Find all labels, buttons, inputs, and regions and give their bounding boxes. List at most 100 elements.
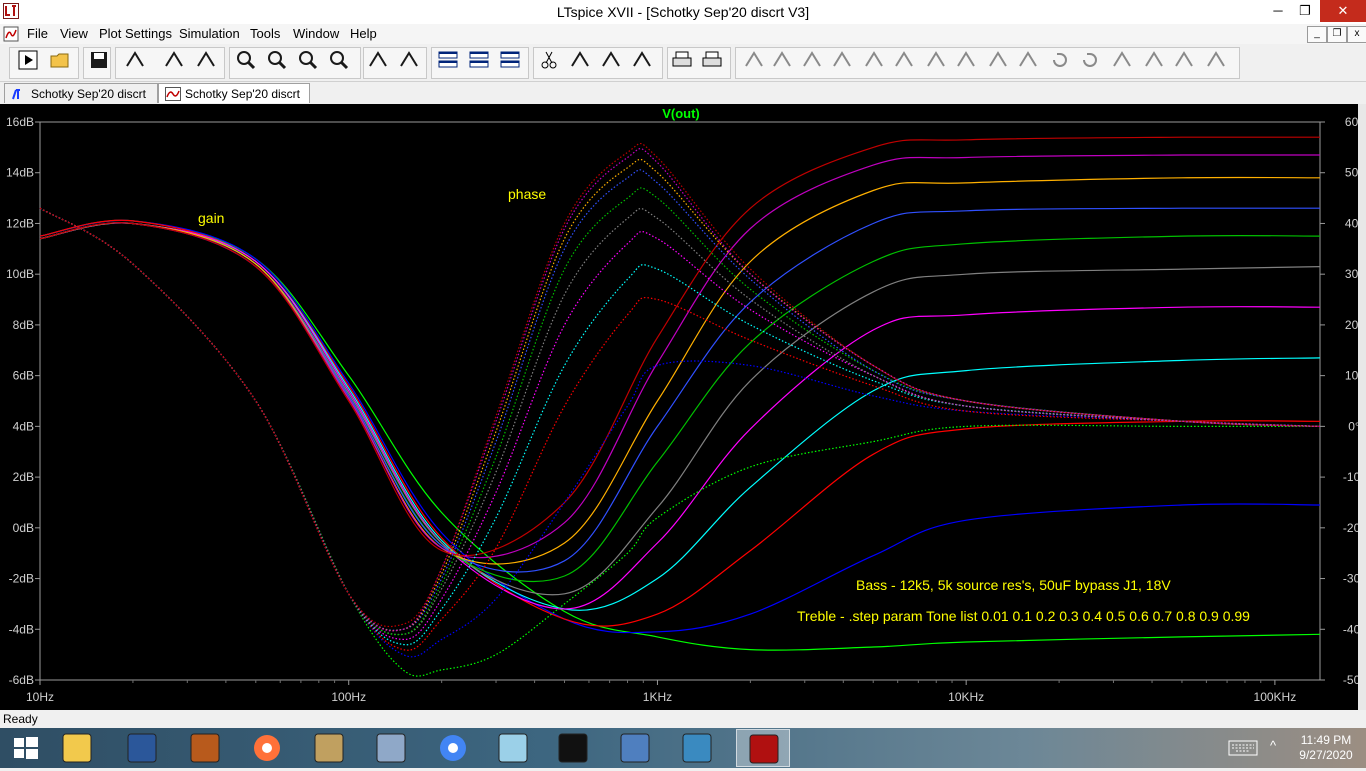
magnitude-trace-5[interactable] bbox=[39, 222, 1321, 596]
component-icon[interactable] bbox=[954, 48, 978, 72]
windows-taskbar: ^ 11:49 PM 9/27/2020 bbox=[0, 728, 1366, 768]
zoom-fit-icon[interactable] bbox=[327, 48, 351, 72]
move-icon[interactable] bbox=[986, 48, 1010, 72]
print-icon[interactable] bbox=[670, 48, 694, 72]
autorange-icon[interactable] bbox=[366, 48, 390, 72]
firefox-icon[interactable] bbox=[240, 729, 294, 767]
bridge-icon[interactable] bbox=[178, 729, 232, 767]
toolbar bbox=[0, 44, 1366, 82]
wire-icon[interactable] bbox=[742, 48, 766, 72]
rotate-icon[interactable] bbox=[1110, 48, 1134, 72]
zoom-out-icon[interactable] bbox=[296, 48, 320, 72]
cascade-icon[interactable] bbox=[467, 48, 491, 72]
start-icon[interactable] bbox=[0, 729, 54, 767]
phase-annotation: phase bbox=[508, 186, 546, 202]
menu-plot-settings[interactable]: Plot Settings bbox=[99, 26, 172, 41]
drag-icon[interactable] bbox=[1016, 48, 1040, 72]
magnitude-trace-8[interactable] bbox=[39, 176, 1321, 565]
phase-trace-10[interactable] bbox=[39, 142, 1321, 628]
menu-help[interactable]: Help bbox=[350, 26, 377, 41]
halt-icon[interactable] bbox=[162, 48, 186, 72]
text-icon[interactable] bbox=[1172, 48, 1196, 72]
y-right-tick-label: -20° bbox=[1343, 521, 1358, 535]
mirror-icon[interactable] bbox=[1142, 48, 1166, 72]
y-left-tick-label: 8dB bbox=[13, 318, 34, 332]
calculator-icon[interactable] bbox=[608, 729, 662, 767]
phase-trace-7[interactable] bbox=[39, 169, 1321, 631]
phase-trace-9[interactable] bbox=[39, 148, 1321, 632]
run-icon[interactable] bbox=[16, 48, 40, 72]
tray-overflow-chevron[interactable]: ^ bbox=[1270, 738, 1276, 753]
touch-keyboard-icon[interactable] bbox=[1228, 740, 1258, 756]
paste-icon[interactable] bbox=[599, 48, 623, 72]
paint-icon[interactable] bbox=[302, 729, 356, 767]
remote-desktop-icon[interactable] bbox=[364, 729, 418, 767]
menu-tools[interactable]: Tools bbox=[250, 26, 280, 41]
pick-traces-icon[interactable] bbox=[397, 48, 421, 72]
y-left-tick-label: 0dB bbox=[13, 521, 34, 535]
close-button[interactable]: ✕ bbox=[1320, 0, 1366, 22]
waveform-chart[interactable]: 10Hz 100Hz 1KHz 10KHz 100KHz 16dB 14dB 12dB 10dB… bbox=[0, 104, 1358, 710]
magnitude-trace-10[interactable] bbox=[39, 136, 1321, 557]
menu-file[interactable]: File bbox=[27, 26, 48, 41]
y-left-tick-label: 16dB bbox=[6, 115, 34, 129]
phase-trace-4[interactable] bbox=[39, 207, 1321, 641]
magnitude-trace-6[interactable] bbox=[39, 222, 1321, 582]
cut-icon[interactable] bbox=[537, 48, 561, 72]
copy-icon[interactable] bbox=[568, 48, 592, 72]
window-title: LTspice XVII - [Schotky Sep'20 discrt V3… bbox=[556, 4, 810, 20]
x-tick-label: 100Hz bbox=[331, 690, 366, 704]
y-left-tick-label: 12dB bbox=[6, 216, 34, 230]
document-menu-icon[interactable] bbox=[3, 26, 19, 42]
word-icon[interactable] bbox=[115, 729, 169, 767]
phase-trace-5[interactable] bbox=[39, 207, 1321, 636]
capacitor-icon[interactable] bbox=[862, 48, 886, 72]
y-right-tick-label: 30° bbox=[1345, 267, 1358, 281]
restore-button[interactable]: ❐ bbox=[1290, 0, 1320, 22]
schematic-icon bbox=[12, 89, 20, 100]
tab-waveform[interactable]: Schotky Sep'20 discrt V3 bbox=[158, 83, 310, 121]
pan-hand-icon[interactable] bbox=[194, 48, 218, 72]
mdi-restore-button[interactable]: ❐ bbox=[1327, 26, 1347, 43]
tile-vertical-icon[interactable] bbox=[498, 48, 522, 72]
ltspice-icon[interactable] bbox=[736, 729, 790, 767]
redo-icon[interactable] bbox=[1078, 48, 1102, 72]
system-clock[interactable]: 11:49 PM 9/27/2020 bbox=[1290, 733, 1362, 763]
waveform-plot[interactable]: 10Hz 100Hz 1KHz 10KHz 100KHz 16dB 14dB 12dB 10dB… bbox=[0, 104, 1358, 710]
ground-icon[interactable] bbox=[770, 48, 794, 72]
vertical-scrollbar[interactable] bbox=[1358, 104, 1366, 710]
zoom-in-icon[interactable] bbox=[234, 48, 258, 72]
diode-icon[interactable] bbox=[924, 48, 948, 72]
chrome-icon[interactable] bbox=[426, 729, 480, 767]
inductor-icon[interactable] bbox=[892, 48, 916, 72]
zoom-box-icon[interactable] bbox=[265, 48, 289, 72]
find-icon[interactable] bbox=[630, 48, 654, 72]
menu-window[interactable]: Window bbox=[293, 26, 339, 41]
magnitude-trace-9[interactable] bbox=[39, 154, 1321, 559]
menu-simulation[interactable]: Simulation bbox=[179, 26, 240, 41]
spice-directive-icon[interactable] bbox=[1204, 48, 1228, 72]
y-right-tick-label: 50° bbox=[1345, 166, 1358, 180]
label-icon[interactable] bbox=[800, 48, 824, 72]
trace-label-vout[interactable]: V(out) bbox=[662, 106, 700, 121]
command-prompt-icon[interactable] bbox=[546, 729, 600, 767]
control-panel-icon[interactable] bbox=[123, 48, 147, 72]
photos-icon[interactable] bbox=[670, 729, 724, 767]
resistor-icon[interactable] bbox=[830, 48, 854, 72]
y-left-tick-label: -6dB bbox=[9, 673, 34, 687]
mdi-close-button[interactable]: x bbox=[1347, 26, 1366, 43]
phase-trace-0[interactable] bbox=[39, 207, 1320, 677]
file-explorer-icon[interactable] bbox=[50, 729, 104, 767]
tab-schematic[interactable]: Schotky Sep'20 discrt V3 bbox=[4, 83, 158, 121]
title-bar: LTspice XVII - [Schotky Sep'20 discrt V3… bbox=[0, 0, 1366, 25]
notepad-icon[interactable] bbox=[486, 729, 540, 767]
mdi-minimize-button[interactable]: _ bbox=[1307, 26, 1327, 43]
phase-trace-6[interactable] bbox=[39, 187, 1321, 636]
print-setup-icon[interactable] bbox=[700, 48, 724, 72]
undo-icon[interactable] bbox=[1048, 48, 1072, 72]
minimize-button[interactable]: ─ bbox=[1263, 0, 1293, 22]
open-icon[interactable] bbox=[48, 48, 72, 72]
tile-horizontal-icon[interactable] bbox=[436, 48, 460, 72]
menu-view[interactable]: View bbox=[60, 26, 88, 41]
save-icon[interactable] bbox=[87, 48, 111, 72]
